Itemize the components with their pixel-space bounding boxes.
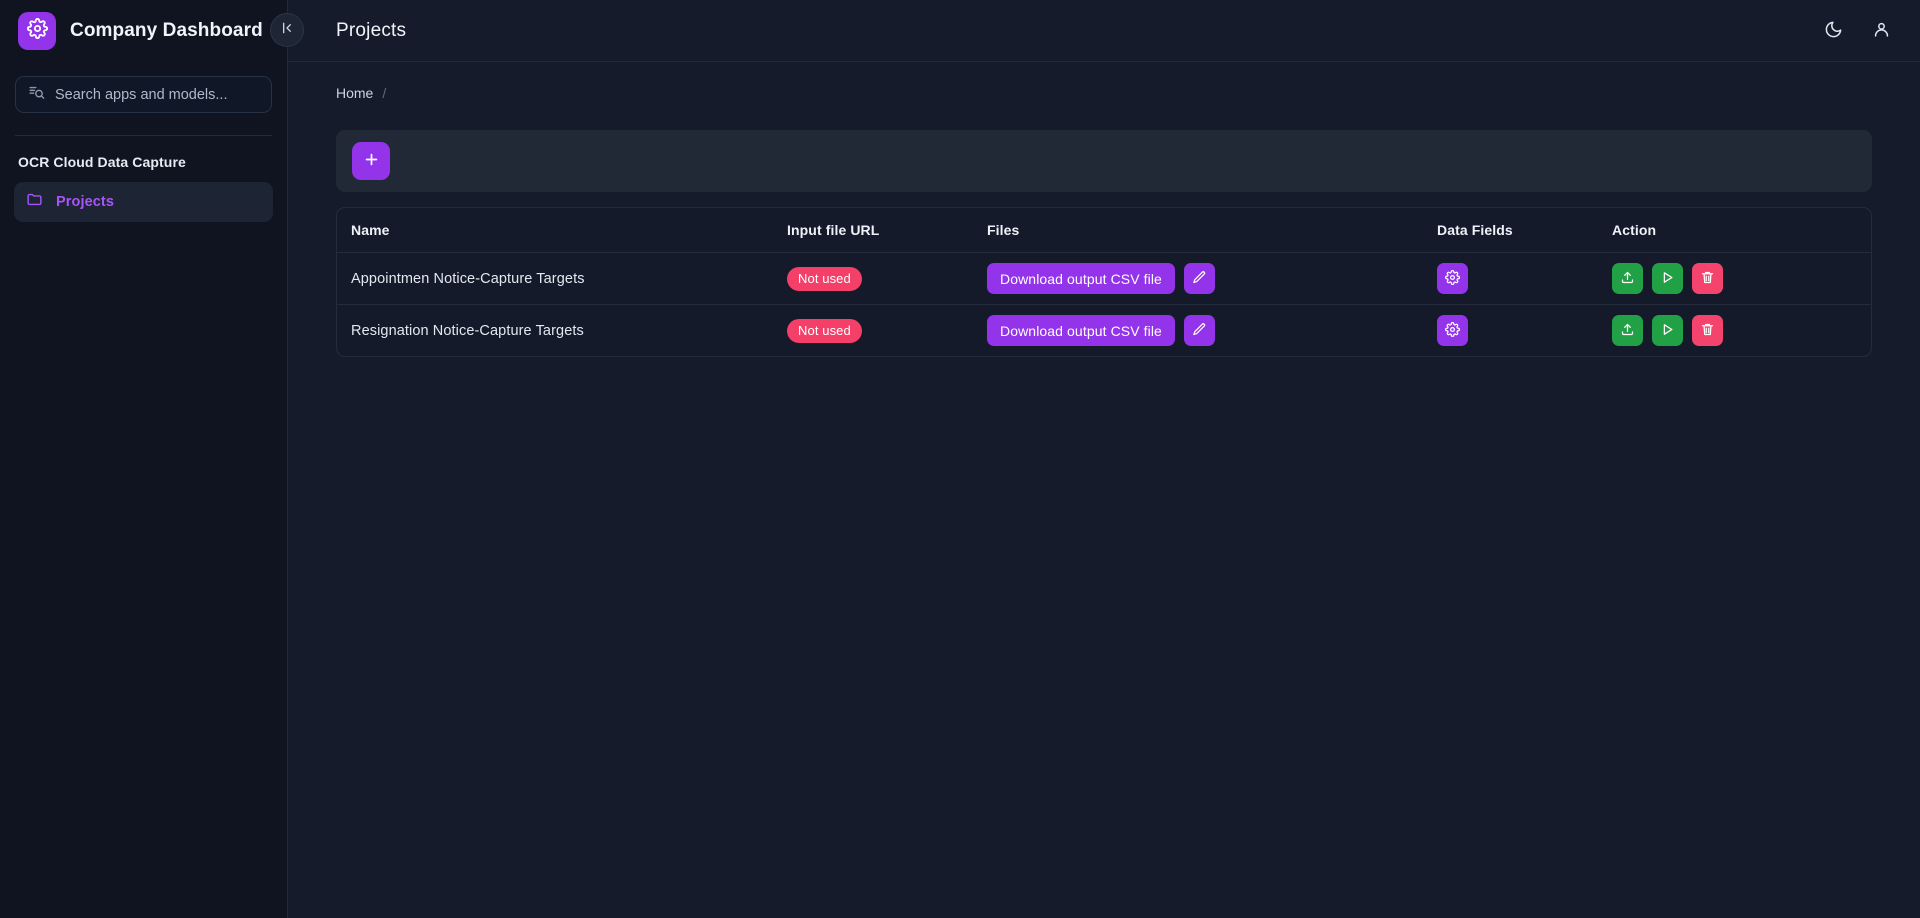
edit-files-button[interactable] — [1183, 263, 1215, 294]
app-logo — [18, 12, 56, 50]
play-icon — [1660, 270, 1675, 288]
files-button-group: Download output CSV file — [987, 315, 1437, 346]
gear-icon — [26, 18, 48, 44]
data-fields-settings-button[interactable] — [1437, 263, 1468, 294]
projects-table: Name Input file URL Files Data Fields Ac… — [337, 208, 1871, 356]
project-name: Resignation Notice-Capture Targets — [351, 322, 584, 339]
main-content: Projects Home / Name Input file URL File… — [288, 0, 1920, 918]
cell-data-fields — [1437, 252, 1612, 305]
projects-table-card: Name Input file URL Files Data Fields Ac… — [336, 207, 1872, 357]
folder-icon — [26, 191, 43, 213]
search-input[interactable] — [55, 86, 259, 103]
sidebar-collapse-button[interactable] — [270, 13, 304, 47]
page-title: Projects — [336, 19, 407, 41]
upload-icon — [1620, 322, 1635, 340]
gear-icon — [1445, 321, 1460, 340]
status-badge: Not used — [787, 266, 862, 291]
collapse-left-icon — [279, 20, 295, 41]
cell-data-fields — [1437, 305, 1612, 357]
project-name: Appointmen Notice-Capture Targets — [351, 270, 585, 287]
topbar-actions — [1820, 18, 1894, 44]
cell-files: Download output CSV file — [987, 305, 1437, 357]
trash-icon — [1700, 270, 1715, 288]
pencil-icon — [1192, 270, 1207, 288]
table-header-row: Name Input file URL Files Data Fields Ac… — [337, 208, 1871, 253]
files-button-group: Download output CSV file — [987, 263, 1437, 294]
search-box[interactable] — [15, 76, 272, 113]
cell-name: Resignation Notice-Capture Targets — [337, 305, 787, 357]
add-project-button[interactable] — [352, 142, 390, 180]
theme-toggle-button[interactable] — [1820, 18, 1846, 44]
breadcrumb: Home / — [288, 62, 1920, 106]
delete-button[interactable] — [1692, 315, 1723, 346]
cell-name: Appointmen Notice-Capture Targets — [337, 252, 787, 305]
user-icon — [1872, 20, 1891, 42]
delete-button[interactable] — [1692, 263, 1723, 294]
column-header-name: Name — [337, 208, 787, 253]
sidebar-nav: Projects — [0, 170, 287, 222]
table-body: Appointmen Notice-Capture Targets Not us… — [337, 252, 1871, 357]
search-container — [0, 62, 287, 113]
upload-icon — [1620, 270, 1635, 288]
table-row: Appointmen Notice-Capture Targets Not us… — [337, 252, 1871, 305]
edit-files-button[interactable] — [1183, 315, 1215, 346]
play-icon — [1660, 322, 1675, 340]
table-row: Resignation Notice-Capture Targets Not u… — [337, 305, 1871, 357]
download-csv-button[interactable]: Download output CSV file — [987, 315, 1175, 346]
app-root: Company Dashboard OCR Cloud Data Capture — [0, 0, 1920, 918]
brand[interactable]: Company Dashboard — [0, 0, 287, 62]
text-search-icon — [28, 84, 45, 106]
status-badge: Not used — [787, 318, 862, 343]
top-bar: Projects — [288, 0, 1920, 62]
plus-icon — [363, 151, 380, 171]
breadcrumb-separator: / — [382, 84, 387, 101]
user-account-button[interactable] — [1868, 18, 1894, 44]
gear-icon — [1445, 269, 1460, 288]
run-button[interactable] — [1652, 263, 1683, 294]
sidebar-item-projects[interactable]: Projects — [14, 182, 273, 222]
run-button[interactable] — [1652, 315, 1683, 346]
action-button-group — [1612, 315, 1871, 346]
column-header-data-fields: Data Fields — [1437, 208, 1612, 253]
action-button-group — [1612, 263, 1871, 294]
table-head: Name Input file URL Files Data Fields Ac… — [337, 208, 1871, 253]
sidebar-item-label: Projects — [56, 194, 115, 210]
brand-title: Company Dashboard — [70, 20, 263, 41]
cell-action — [1612, 305, 1871, 357]
data-fields-settings-button[interactable] — [1437, 315, 1468, 346]
column-header-action: Action — [1612, 208, 1871, 253]
cell-input-file-url: Not used — [787, 305, 987, 357]
moon-icon — [1824, 20, 1843, 42]
trash-icon — [1700, 322, 1715, 340]
pencil-icon — [1192, 322, 1207, 340]
cell-input-file-url: Not used — [787, 252, 987, 305]
sidebar: Company Dashboard OCR Cloud Data Capture — [0, 0, 304, 918]
breadcrumb-item-home[interactable]: Home — [336, 85, 373, 101]
download-csv-button[interactable]: Download output CSV file — [987, 263, 1175, 294]
cell-files: Download output CSV file — [987, 252, 1437, 305]
upload-button[interactable] — [1612, 315, 1643, 346]
upload-button[interactable] — [1612, 263, 1643, 294]
cell-action — [1612, 252, 1871, 305]
column-header-files: Files — [987, 208, 1437, 253]
sidebar-group-title: OCR Cloud Data Capture — [18, 154, 186, 170]
column-header-input-file-url: Input file URL — [787, 208, 987, 253]
content-area: Name Input file URL Files Data Fields Ac… — [288, 106, 1920, 357]
toolbar — [336, 130, 1872, 192]
